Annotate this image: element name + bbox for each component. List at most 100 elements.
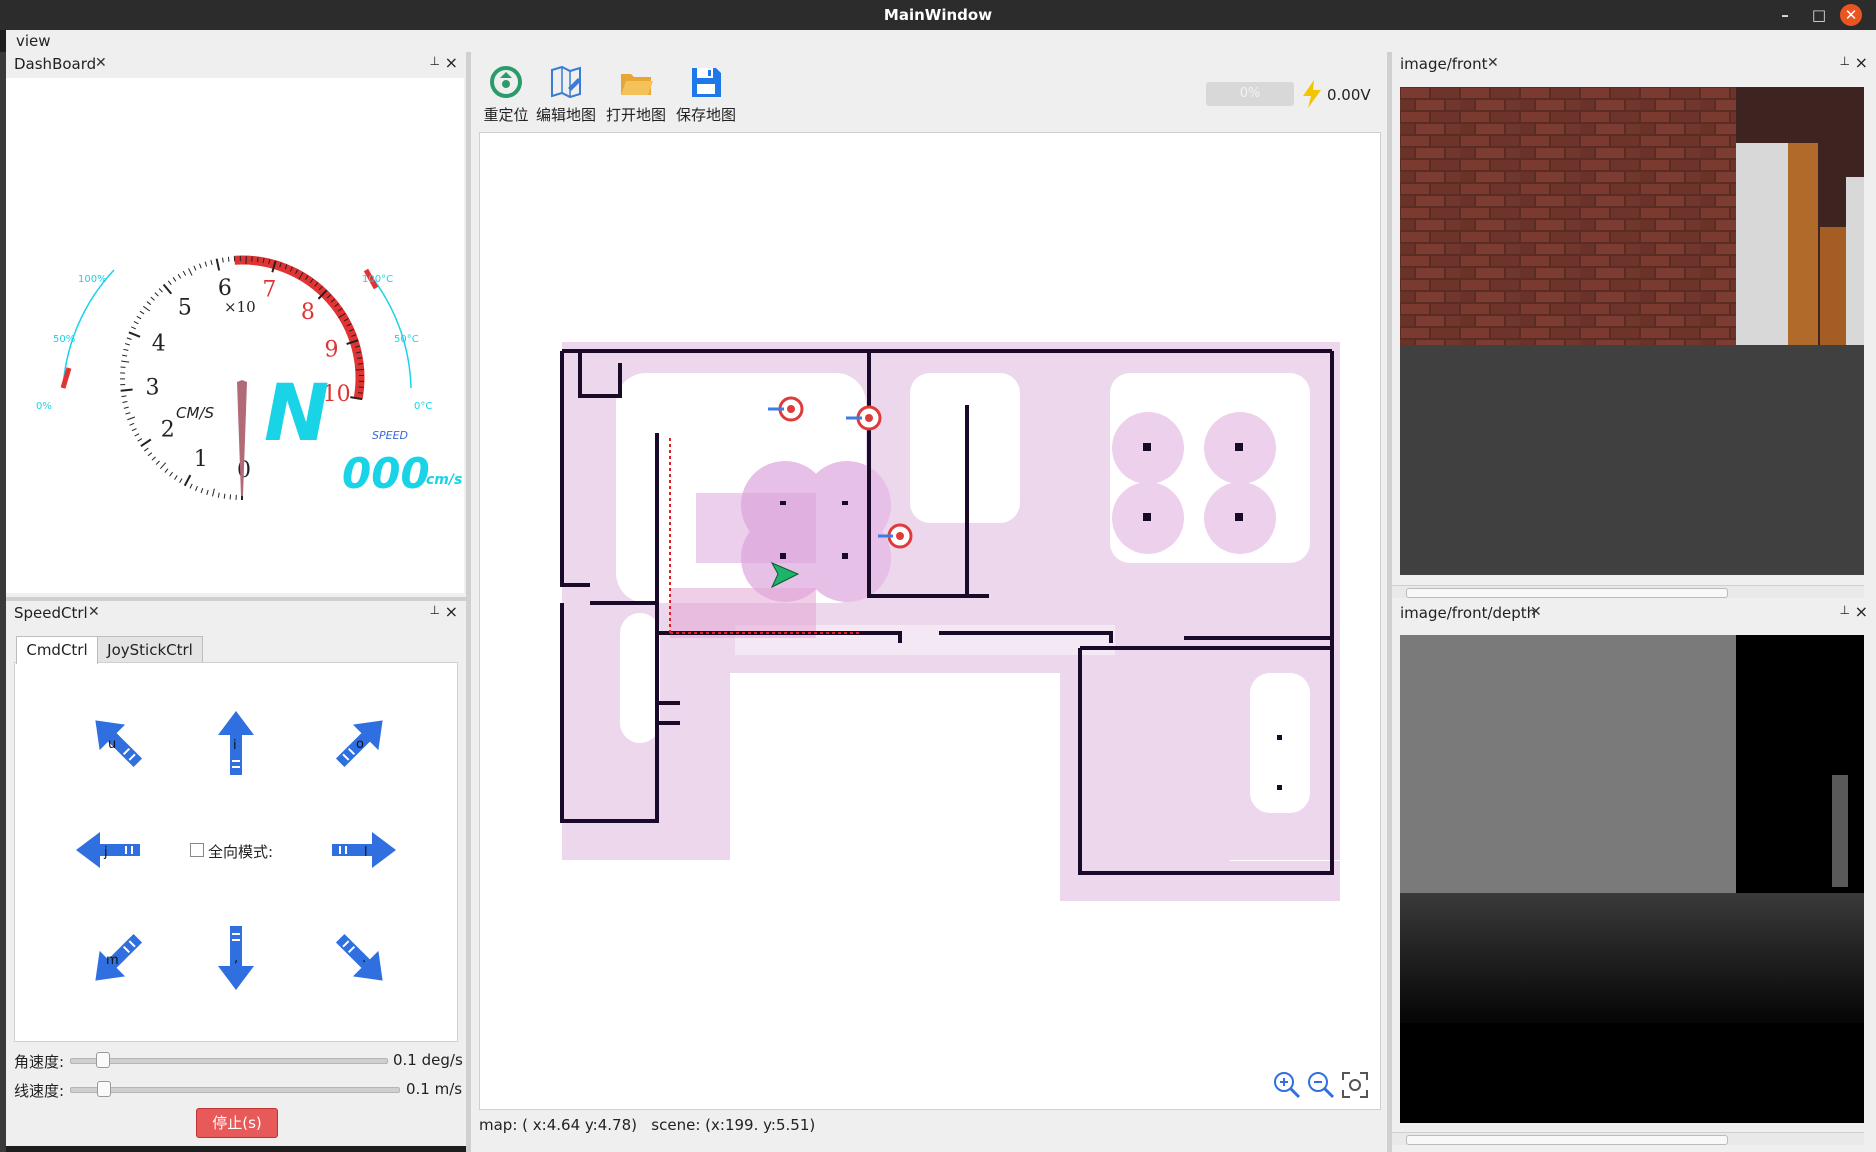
dial-tick [122,401,128,404]
dock-close-icon[interactable]: × [1855,53,1868,72]
speed-readout-unit: cm/s [426,472,462,488]
dial-tick [200,488,204,494]
zoom-out-icon[interactable] [1306,1070,1336,1100]
stop-button[interactable]: 停止(s) [196,1108,278,1138]
edit-map-button[interactable]: 编辑地图 [534,62,598,126]
arrow-down-right-button[interactable]: . [322,920,398,996]
minimize-icon[interactable]: – [1774,4,1796,26]
dial-tick [215,258,221,271]
dock-pin-icon[interactable]: ⊥ [430,603,440,617]
close-window-icon[interactable]: ✕ [1840,4,1862,26]
image-depth-header: image/front/depth ✕ ⊥ × [1392,601,1876,625]
scrollbar-thumb[interactable] [1406,588,1728,598]
speedctrl-tab-close-icon[interactable]: ✕ [88,604,100,620]
dial-number: 3 [146,376,160,401]
relocate-button[interactable]: 重定位 [474,62,538,126]
omni-mode-label: 全向模式: [208,843,274,861]
dial-tick [199,263,202,269]
dashboard-tab-close-icon[interactable]: ✕ [95,55,107,71]
dashboard-canvas: 0% 50% 100% 0°C 50°C 100°C 0 1 2 3 4 5 6 7 8 9 10 … [6,78,464,593]
key-label-comma: , [234,951,238,966]
dial-tick [162,283,173,295]
angular-speed-label: 角速度: [14,1053,65,1071]
linear-speed-track[interactable] [70,1087,400,1093]
speed-readout: 000 [342,449,430,498]
arrow-up-left-button[interactable]: u [80,705,156,781]
dial-tick [159,462,167,469]
dial-tick [121,395,127,398]
front-camera-image [1400,87,1864,575]
dial-tick [136,315,142,320]
arrow-right-button[interactable]: l [326,812,402,888]
window-title: MainWindow [883,6,993,24]
dial-tick [206,489,209,495]
temp-label-0: 0°C [414,401,432,412]
dial-tick [182,270,187,276]
map-coords-value: ( x:4.64 y:4.78) [522,1116,637,1134]
map-coords-label: map: [479,1116,518,1134]
dial-number: 8 [301,300,315,325]
save-map-button[interactable]: 保存地图 [674,62,738,126]
dial-tick [139,310,145,315]
omni-mode-checkbox[interactable] [190,843,204,857]
image-depth-tab-close-icon[interactable]: ✕ [1530,604,1542,620]
front-image-scrollbar[interactable] [1392,585,1864,598]
key-label-dot: . [362,951,366,966]
dial-tick [143,305,151,312]
tab-cmdctrl[interactable]: CmdCtrl [16,636,98,664]
dock-pin-icon[interactable]: ⊥ [1840,603,1850,617]
dial-number: 7 [262,278,276,303]
dial-tick [193,265,197,271]
dock-close-icon[interactable]: × [1855,602,1868,621]
dock-pin-icon[interactable]: ⊥ [1840,54,1850,68]
speedctrl-title: SpeedCtrl [14,604,88,622]
dial-tick [167,280,172,286]
image-front-tab-close-icon[interactable]: ✕ [1487,55,1499,71]
dock-close-icon[interactable]: × [445,53,458,72]
dial-tick [129,422,135,426]
battery-progress: 0% [1206,82,1294,106]
dial-tick [177,273,182,279]
depth-image-scrollbar[interactable] [1392,1132,1864,1145]
dock-close-icon[interactable]: × [445,602,458,621]
zoom-in-icon[interactable] [1272,1070,1302,1100]
dial-tick [122,354,128,357]
edit-map-icon [551,65,581,99]
linear-speed-handle[interactable] [96,1081,111,1097]
dial-tick [212,488,215,497]
dial-tick [134,433,140,437]
maximize-icon[interactable]: □ [1808,4,1830,26]
angular-speed-track[interactable] [70,1058,388,1064]
arrow-down-button[interactable]: , [198,920,274,996]
dial-tick [146,301,152,306]
arrow-left-button[interactable]: j [70,812,146,888]
battery-label-50: 50% [53,334,75,345]
open-map-button[interactable]: 打开地图 [604,62,668,126]
arrow-down-left-button[interactable]: m [80,920,156,996]
dial-tick [183,474,192,487]
dial-number: 2 [161,417,175,442]
dial-tick [204,261,208,267]
dial-tick [358,392,364,394]
arrow-up-right-button[interactable]: o [322,705,398,781]
dial-tick [189,483,193,489]
lightning-icon [1303,80,1321,108]
dial-tick [155,460,160,465]
battery-label-100: 100% [78,274,107,285]
key-label-m: m [106,953,119,968]
dial-tick [256,257,259,263]
fit-view-icon[interactable] [1340,1070,1370,1100]
angular-speed-handle[interactable] [95,1052,110,1068]
arrow-up-button[interactable]: i [198,705,274,781]
status-bar: map: ( x:4.64 y:4.78) scene: (x:199. y:5… [479,1116,815,1134]
battery-level [60,367,72,389]
menu-view[interactable]: view [16,32,51,50]
angular-speed-value: 0.1 deg/s [393,1051,463,1069]
scrollbar-thumb[interactable] [1406,1135,1728,1145]
key-label-i: i [233,738,237,753]
map-view[interactable] [479,132,1381,1113]
dial-tick [358,363,364,365]
dial-tick [195,485,198,491]
tab-joystickctrl[interactable]: JoyStickCtrl [97,636,203,663]
dock-pin-icon[interactable]: ⊥ [430,54,440,68]
